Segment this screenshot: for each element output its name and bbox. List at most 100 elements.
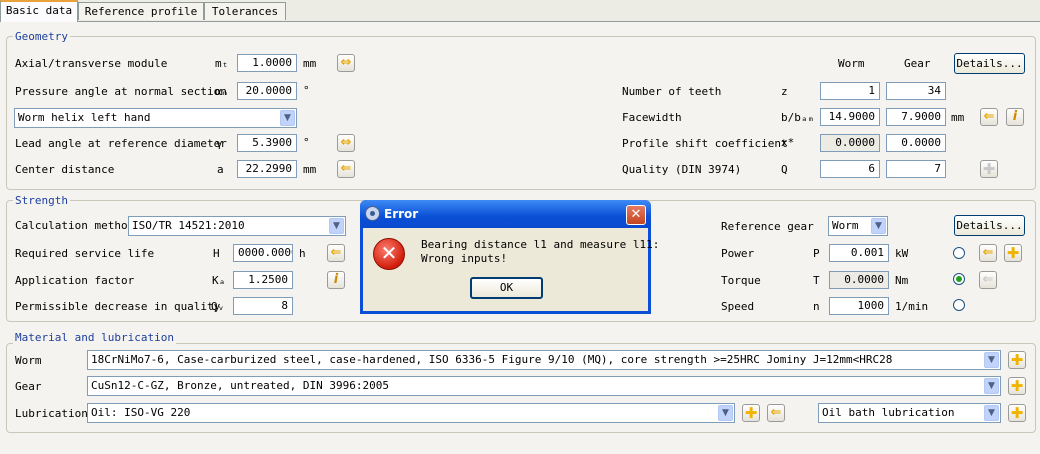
- left-arrow-icon: ⇐: [770, 405, 782, 420]
- tab-tolerances[interactable]: Tolerances: [204, 2, 286, 20]
- torque-radio[interactable]: [953, 273, 965, 285]
- speed-symbol: n: [813, 300, 820, 313]
- close-icon[interactable]: ✕: [626, 205, 646, 225]
- lubrication-sizing-button[interactable]: ⇐: [767, 404, 785, 422]
- permissible-decrease-input[interactable]: 8: [233, 297, 293, 315]
- plus-icon: ✚: [744, 404, 758, 422]
- tab-basic-data[interactable]: Basic data: [0, 0, 78, 22]
- gear-profile-shift-input[interactable]: 0.0000: [886, 134, 946, 152]
- left-arrow-icon: ⇐: [340, 161, 352, 176]
- module-input[interactable]: 1.0000: [237, 54, 297, 72]
- tab-reference-profile[interactable]: Reference profile: [78, 2, 204, 20]
- error-message-line1: Bearing distance l1 and measure l11:: [421, 238, 660, 251]
- lubrication-method-add-button[interactable]: ✚: [1008, 404, 1026, 422]
- worm-facewidth-input[interactable]: 14.9000: [820, 108, 880, 126]
- worm-material-add-button[interactable]: ✚: [1008, 351, 1026, 369]
- center-distance-label: Center distance: [15, 163, 115, 176]
- quality-add-button[interactable]: ✚: [980, 160, 998, 178]
- torque-sizing-button[interactable]: ⇐: [979, 271, 997, 289]
- chevron-down-icon[interactable]: ▼: [329, 218, 344, 234]
- service-life-unit: h: [299, 247, 306, 260]
- power-input[interactable]: 0.001: [829, 244, 889, 262]
- plus-icon: ✚: [1010, 404, 1024, 422]
- center-distance-unit: mm: [303, 163, 317, 176]
- service-life-label: Required service life: [15, 247, 155, 260]
- chevron-down-icon[interactable]: ▼: [718, 405, 733, 421]
- gear-facewidth-input[interactable]: 7.9000: [886, 108, 946, 126]
- module-label: Axial/transverse module: [15, 57, 168, 70]
- service-life-input[interactable]: 0000.0000: [233, 244, 293, 262]
- error-dialog-body: ✕ Bearing distance l1 and measure l11: W…: [363, 228, 659, 311]
- gear-teeth-input[interactable]: 34: [886, 82, 946, 100]
- lubrication-method-select[interactable]: Oil bath lubrication ▼: [818, 403, 1001, 423]
- plus-icon: ✚: [1010, 351, 1024, 369]
- left-arrow-icon: ⇐: [982, 272, 994, 287]
- permissible-decrease-label: Permissible decrease in quality: [15, 300, 221, 313]
- ok-button[interactable]: OK: [470, 277, 543, 299]
- material-legend: Material and lubrication: [13, 331, 176, 344]
- worm-teeth-input[interactable]: 1: [820, 82, 880, 100]
- module-convert-button[interactable]: ⇔: [337, 54, 355, 72]
- permissible-decrease-symbol: Qᵥ: [211, 300, 225, 313]
- center-distance-input[interactable]: 22.2990: [237, 160, 297, 178]
- lubrication-method-value: Oil bath lubrication: [822, 406, 955, 419]
- torque-label: Torque: [721, 274, 761, 287]
- power-radio[interactable]: [953, 247, 965, 259]
- error-dialog-title: Error: [384, 207, 419, 221]
- lubrication-add-button[interactable]: ✚: [742, 404, 760, 422]
- facewidth-unit: mm: [951, 111, 965, 124]
- lead-angle-symbol: γ: [216, 137, 223, 150]
- left-arrow-icon: ⇐: [983, 109, 995, 124]
- chevron-down-icon[interactable]: ▼: [984, 378, 999, 394]
- number-of-teeth-label: Number of teeth: [622, 85, 722, 98]
- power-add-button[interactable]: ✚: [1004, 244, 1022, 262]
- reference-gear-select[interactable]: Worm ▼: [828, 216, 888, 236]
- lead-angle-input[interactable]: 5.3900: [237, 134, 297, 152]
- geometry-details-button[interactable]: Details...: [954, 53, 1025, 74]
- lubrication-select[interactable]: Oil: ISO-VG 220 ▼: [87, 403, 735, 423]
- chevron-down-icon[interactable]: ▼: [280, 110, 295, 126]
- lead-angle-unit: °: [303, 136, 310, 149]
- service-life-sizing-button[interactable]: ⇐: [327, 244, 345, 262]
- center-distance-sizing-button[interactable]: ⇐: [337, 160, 355, 178]
- speed-input[interactable]: 1000: [829, 297, 889, 315]
- error-message-line2: Wrong inputs!: [421, 252, 508, 265]
- speed-radio[interactable]: [953, 299, 965, 311]
- power-sizing-button[interactable]: ⇐: [979, 244, 997, 262]
- worm-material-value: 18CrNiMo7-6, Case-carburized steel, case…: [91, 353, 893, 366]
- speed-label: Speed: [721, 300, 755, 313]
- chevron-down-icon[interactable]: ▼: [984, 352, 999, 368]
- pressure-angle-input[interactable]: 20.0000: [237, 82, 297, 100]
- application-factor-input[interactable]: 1.2500: [233, 271, 293, 289]
- application-factor-info-button[interactable]: i: [327, 271, 345, 289]
- double-arrow-icon: ⇔: [340, 135, 352, 150]
- worm-column-header: Worm: [838, 57, 865, 70]
- application-factor-symbol: Kₐ: [212, 274, 226, 287]
- lubrication-label: Lubrication: [15, 407, 88, 420]
- service-life-symbol: H: [213, 247, 220, 260]
- lead-angle-convert-button[interactable]: ⇔: [337, 134, 355, 152]
- calculation-method-value: ISO/TR 14521:2010: [132, 219, 245, 232]
- double-arrow-icon: ⇔: [340, 55, 352, 70]
- chevron-down-icon[interactable]: ▼: [871, 218, 886, 234]
- gear-quality-input[interactable]: 7: [886, 160, 946, 178]
- tab-bar: Reference profile Tolerances Basic data: [0, 0, 1040, 22]
- reference-gear-label: Reference gear: [721, 220, 814, 233]
- gear-material-add-button[interactable]: ✚: [1008, 377, 1026, 395]
- chevron-down-icon[interactable]: ▼: [984, 405, 999, 421]
- facewidth-symbol: b/bₐₘ: [781, 111, 815, 124]
- calculation-method-label: Calculation method: [15, 219, 135, 232]
- worm-quality-input[interactable]: 6: [820, 160, 880, 178]
- facewidth-info-button[interactable]: i: [1006, 108, 1024, 126]
- error-dialog-titlebar[interactable]: Error ✕: [360, 200, 651, 228]
- gear-material-select[interactable]: CuSn12-C-GZ, Bronze, untreated, DIN 3996…: [87, 376, 1001, 396]
- torque-symbol: T: [813, 274, 820, 287]
- application-factor-label: Application factor: [15, 274, 135, 287]
- left-arrow-icon: ⇐: [330, 245, 342, 260]
- worm-material-select[interactable]: 18CrNiMo7-6, Case-carburized steel, case…: [87, 350, 1001, 370]
- calculation-method-select[interactable]: ISO/TR 14521:2010 ▼: [128, 216, 346, 236]
- worm-profile-shift-input: 0.0000: [820, 134, 880, 152]
- helix-direction-select[interactable]: Worm helix left hand ▼: [14, 108, 297, 128]
- facewidth-sizing-button[interactable]: ⇐: [980, 108, 998, 126]
- strength-details-button[interactable]: Details...: [954, 215, 1025, 236]
